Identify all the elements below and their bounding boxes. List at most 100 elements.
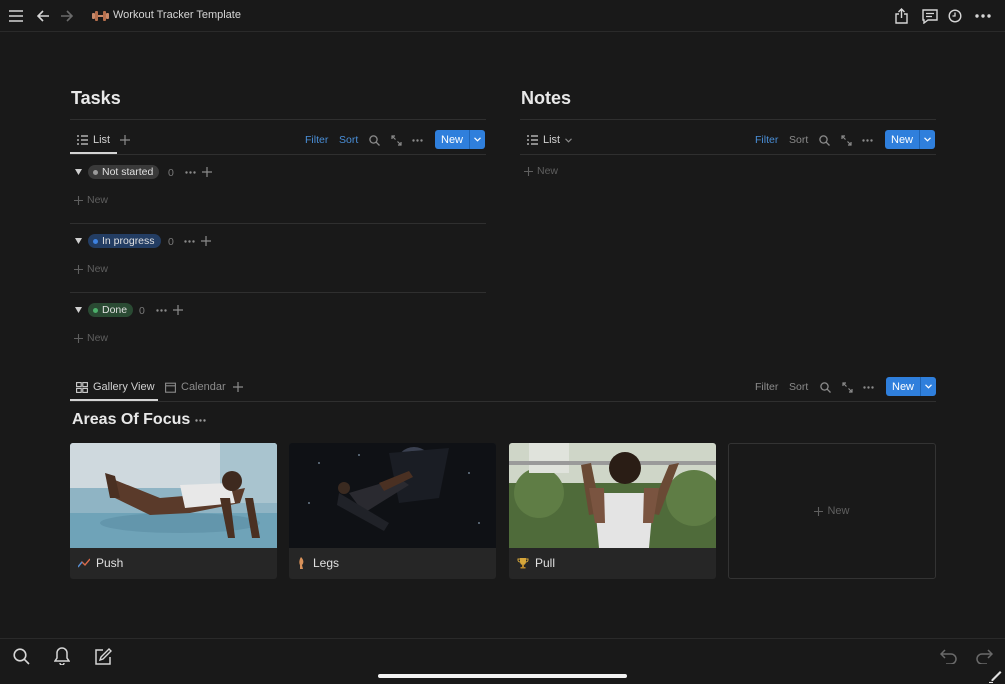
leg-icon: [299, 556, 304, 569]
clock-icon[interactable]: [947, 8, 963, 24]
sort-button[interactable]: Sort: [339, 134, 358, 146]
gallery-card-legs[interactable]: Legs: [289, 443, 496, 579]
tab-label: Gallery View: [93, 381, 155, 393]
plus-icon: [814, 506, 824, 516]
group-add-icon[interactable]: [202, 167, 212, 177]
group-add-icon[interactable]: [173, 305, 183, 315]
page-title[interactable]: Workout Tracker Template: [113, 9, 241, 21]
group-add-icon[interactable]: [201, 236, 211, 246]
chevron-down-icon[interactable]: [469, 130, 485, 149]
list-icon: [527, 135, 538, 145]
group-divider: [70, 223, 486, 224]
status-dot: [93, 307, 98, 313]
gallery-grid-icon: [76, 381, 88, 393]
filter-button[interactable]: Filter: [755, 134, 778, 146]
trophy-icon: [517, 558, 529, 569]
card-cover-image: [509, 443, 716, 548]
more-icon[interactable]: [974, 8, 992, 24]
status-badge-not-started[interactable]: Not started: [88, 165, 160, 179]
top-bar: Workout Tracker Template: [0, 0, 1005, 32]
tasks-title-divider: [70, 119, 486, 120]
tasks-title[interactable]: Tasks: [71, 88, 121, 109]
tab-tasks-list[interactable]: List: [77, 134, 110, 146]
chart-line-icon: [78, 558, 90, 568]
card-label: Legs: [297, 556, 339, 570]
add-new-row[interactable]: New: [524, 165, 558, 177]
gallery-card-pull[interactable]: Pull: [509, 443, 716, 579]
notes-title-divider: [520, 119, 936, 120]
status-dot: [93, 238, 98, 244]
add-new-row[interactable]: New: [74, 194, 108, 206]
new-gallery-button[interactable]: New: [886, 377, 936, 396]
add-new-row[interactable]: New: [74, 263, 108, 275]
expand-icon[interactable]: [841, 381, 853, 393]
tab-label: List: [93, 134, 111, 146]
add-new-row[interactable]: New: [74, 332, 108, 344]
more-options-icon[interactable]: [861, 137, 873, 143]
menu-icon[interactable]: [8, 8, 24, 24]
card-cover-image: [289, 443, 496, 548]
plus-icon: [74, 333, 83, 343]
back-arrow-icon[interactable]: [35, 8, 51, 24]
notes-title[interactable]: Notes: [521, 88, 571, 109]
search-icon[interactable]: [368, 134, 380, 146]
calendar-icon: [165, 382, 176, 393]
expand-icon[interactable]: [840, 134, 852, 146]
bell-icon[interactable]: [52, 646, 72, 666]
tasks-toolbar-divider: [70, 154, 486, 155]
group-divider: [70, 292, 486, 293]
undo-icon[interactable]: [939, 646, 959, 666]
dumbbell-icon: [91, 9, 109, 23]
pencil-icon[interactable]: [988, 669, 1002, 683]
tab-label: Calendar: [181, 381, 226, 393]
share-icon[interactable]: [893, 7, 909, 25]
gallery-toolbar-divider: [70, 401, 936, 402]
add-view-icon[interactable]: [119, 134, 131, 146]
sort-button[interactable]: Sort: [789, 134, 808, 146]
chevron-down-icon[interactable]: [919, 130, 935, 149]
sort-button[interactable]: Sort: [789, 381, 808, 393]
filter-button[interactable]: Filter: [305, 134, 328, 146]
gallery-title[interactable]: Areas Of Focus: [72, 411, 190, 429]
notes-toolbar-divider: [520, 154, 936, 155]
group-more-icon[interactable]: [183, 239, 195, 244]
gallery-add-new-card[interactable]: New: [728, 443, 936, 579]
search-icon[interactable]: [819, 381, 831, 393]
new-note-button[interactable]: New: [885, 130, 935, 149]
chevron-down-icon[interactable]: [920, 377, 936, 396]
forward-arrow-icon[interactable]: [58, 8, 74, 24]
gallery-title-more-icon[interactable]: [194, 418, 206, 423]
add-view-icon[interactable]: [232, 381, 244, 393]
filter-button[interactable]: Filter: [755, 381, 778, 393]
chevron-down-icon: [565, 137, 573, 143]
redo-icon[interactable]: [974, 646, 994, 666]
card-label: Push: [78, 556, 123, 570]
collapse-triangle-icon[interactable]: [74, 167, 83, 176]
compose-icon[interactable]: [93, 646, 113, 666]
expand-icon[interactable]: [390, 134, 402, 146]
group-more-icon[interactable]: [184, 170, 196, 175]
tab-calendar[interactable]: Calendar: [165, 381, 226, 393]
comment-icon[interactable]: [921, 8, 939, 24]
more-options-icon[interactable]: [862, 384, 874, 390]
status-badge-in-progress[interactable]: In progress: [88, 234, 161, 248]
new-task-button[interactable]: New: [435, 130, 485, 149]
collapse-triangle-icon[interactable]: [74, 236, 83, 245]
tab-notes-list[interactable]: List: [527, 134, 573, 146]
home-indicator: [378, 674, 627, 678]
status-dot: [93, 169, 98, 175]
new-button-label: New: [441, 133, 464, 146]
tab-gallery-view[interactable]: Gallery View: [76, 381, 155, 393]
more-options-icon[interactable]: [411, 137, 423, 143]
list-icon: [77, 135, 88, 145]
plus-icon: [524, 166, 533, 176]
search-icon[interactable]: [818, 134, 830, 146]
search-icon[interactable]: [11, 646, 31, 666]
group-count: 0: [168, 236, 174, 248]
plus-icon: [74, 264, 83, 274]
gallery-card-push[interactable]: Push: [70, 443, 277, 579]
plus-icon: [74, 195, 83, 205]
collapse-triangle-icon[interactable]: [74, 305, 83, 314]
group-more-icon[interactable]: [155, 308, 167, 313]
status-badge-done[interactable]: Done: [88, 303, 134, 317]
